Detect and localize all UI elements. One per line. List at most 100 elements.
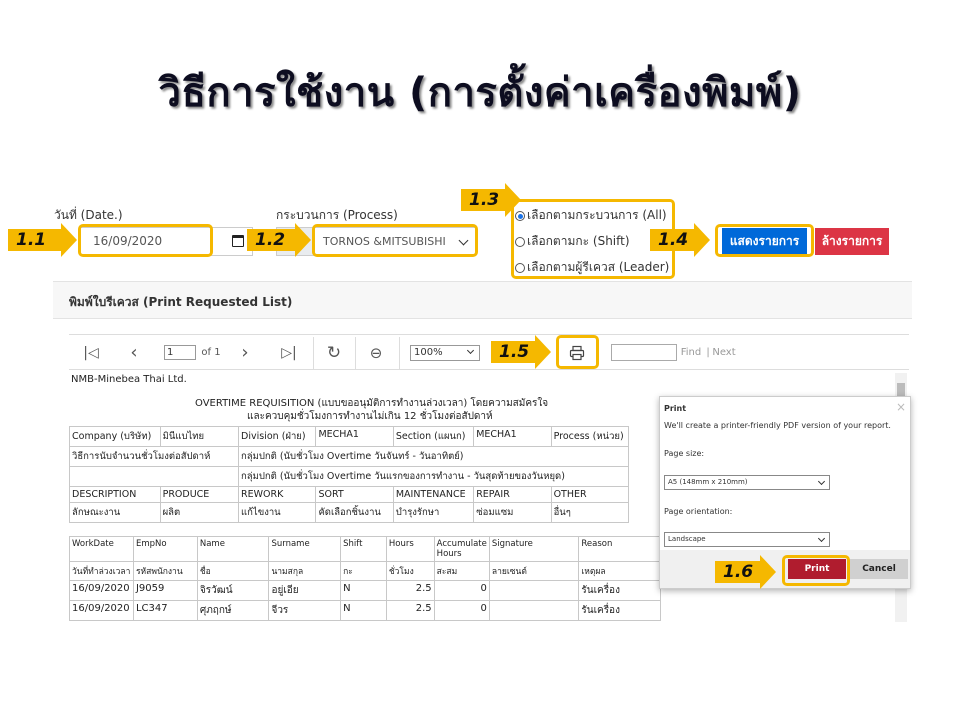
table-cell: LC347 [132,600,198,621]
column-header: Shift [340,536,387,562]
table-cell: 2.5 [385,600,435,621]
table-cell [488,580,580,601]
table-cell: 2.5 [385,580,435,601]
callout-1-3: 1.3 [461,183,521,217]
report-subheading: และควบคุมชั่วโมงการทำงานไม่เกิน 12 ชั่วโ… [247,411,493,422]
report-company: NMB-Minebea Thai Ltd. [71,374,187,385]
cancel-button[interactable]: Cancel [850,559,908,579]
category-cell: บำรุงรักษา [392,502,475,523]
table-cell [488,600,580,621]
info-cell: Process (หน่วย) [550,426,630,447]
chevron-down-icon [817,534,826,543]
orientation-value: Landscape [668,535,706,543]
orientation-label: Page orientation: [664,507,733,516]
callout-1-5: 1.5 [491,335,551,369]
info-table: Company (บริษัท) มินีแบไทย Division (ฝ่า… [69,426,630,523]
column-header-th: ลายเซนต์ [488,561,580,581]
column-header-th: สะสม [433,561,490,581]
column-header: Hours [385,536,435,562]
table-cell: N [340,580,387,601]
highlight-process [312,224,478,257]
requests-table: WorkDate EmpNo Name Surname Shift Hours … [69,536,661,621]
close-icon[interactable]: × [896,400,906,414]
table-cell: 16/09/2020 [69,600,134,621]
category-cell: OTHER [550,486,630,503]
column-header-th: นามสกุล [268,561,342,581]
table-cell: 16/09/2020 [69,580,134,601]
info-cell: Division (ฝ่าย) [238,426,317,447]
last-page-icon[interactable]: ▷| [279,335,299,371]
next-page-icon[interactable]: › [235,335,255,371]
callout-1-4: 1.4 [650,223,710,257]
highlight-show [715,224,814,257]
slide-title: วิธีการใช้งาน (การตั้งค่าเครื่องพิมพ์) [158,70,802,116]
category-cell: ผลิต [159,502,240,523]
page-size-label: Page size: [664,449,705,458]
column-header-th: วันที่ทำล่วงเวลา [69,561,134,581]
category-cell: ลักษณะงาน [69,502,161,523]
table-cell: 0 [433,580,490,601]
table-cell: N [340,600,387,621]
column-header: WorkDate [69,536,134,562]
highlight-print [782,555,850,586]
column-header-th: ชั่วโมง [385,561,435,581]
column-header-th: กะ [340,561,387,581]
callout-1-2: 1.2 [247,223,311,257]
toolbar-divider [399,337,400,369]
dialog-title: Print [664,404,687,413]
back-icon[interactable]: ⊖ [365,335,387,371]
card-header: พิมพ์ใบรีเควส (Print Requested List) [53,281,912,319]
category-cell: ซ่อมแซม [473,502,552,523]
column-header: Surname [268,536,342,562]
page-count: of 1 [201,347,221,358]
info-cell: กลุ่มปกติ (นับชั่วโมง Overtime วันแรกของ… [238,466,629,487]
info-cell: MECHA1 [473,426,552,447]
category-cell: MAINTENANCE [392,486,475,503]
column-header: Name [196,536,270,562]
highlight-date [78,224,213,257]
highlight-printer [556,335,599,369]
page-size-select[interactable]: A5 (148mm x 210mm) [664,475,830,490]
toolbar-divider [355,337,356,369]
calendar-icon[interactable] [232,235,244,247]
page-number-input[interactable]: 1 [164,345,196,360]
info-cell [69,466,240,487]
orientation-select[interactable]: Landscape [664,532,830,547]
table-cell: จีวร [268,600,342,621]
category-cell: REWORK [238,486,317,503]
table-cell: ศุภฤกษ์ [196,600,270,621]
table-cell: รันเครื่อง [578,600,661,621]
table-cell: 0 [433,600,490,621]
clear-list-button[interactable]: ล้างรายการ [815,228,889,255]
first-page-icon[interactable]: |◁ [81,335,101,371]
prev-page-icon[interactable]: ‹ [124,335,144,371]
next-button[interactable]: Next [711,335,737,371]
info-cell: วิธีการนับจำนวนชั่วโมงต่อสัปดาห์ [69,446,240,467]
card-title: พิมพ์ใบรีเควส (Print Requested List) [69,295,293,309]
info-cell: กลุ่มปกติ (นับชั่วโมง Overtime วันจันทร์… [238,446,629,467]
info-cell: Company (บริษัท) [69,426,161,447]
zoom-select[interactable]: 100% [410,345,480,361]
category-cell: คัดเลือกชิ้นงาน [315,502,394,523]
column-header-th: ชื่อ [196,561,270,581]
category-cell: PRODUCE [159,486,240,503]
callout-1-6: 1.6 [715,555,776,589]
table-cell: จิรวัฒน์ [196,580,270,601]
column-header: Signature [488,536,580,562]
refresh-icon[interactable]: ↻ [323,335,345,371]
zoom-value: 100% [414,347,443,358]
column-header-th: เหตุผล [578,561,661,581]
category-cell: SORT [315,486,394,503]
find-button[interactable]: Find [679,335,703,371]
table-cell: J9059 [132,580,198,601]
column-header: Accumulate Hours [433,536,490,562]
column-header: Reason [578,536,661,562]
find-input[interactable] [611,344,677,361]
column-header: EmpNo [132,536,198,562]
table-cell: อยู่เอีย [268,580,342,601]
page-size-value: A5 (148mm x 210mm) [668,478,748,486]
dialog-message: We'll create a printer-friendly PDF vers… [664,421,891,430]
category-cell: DESCRIPTION [69,486,161,503]
chevron-down-icon [466,346,475,355]
info-cell: Section (แผนก) [392,426,475,447]
